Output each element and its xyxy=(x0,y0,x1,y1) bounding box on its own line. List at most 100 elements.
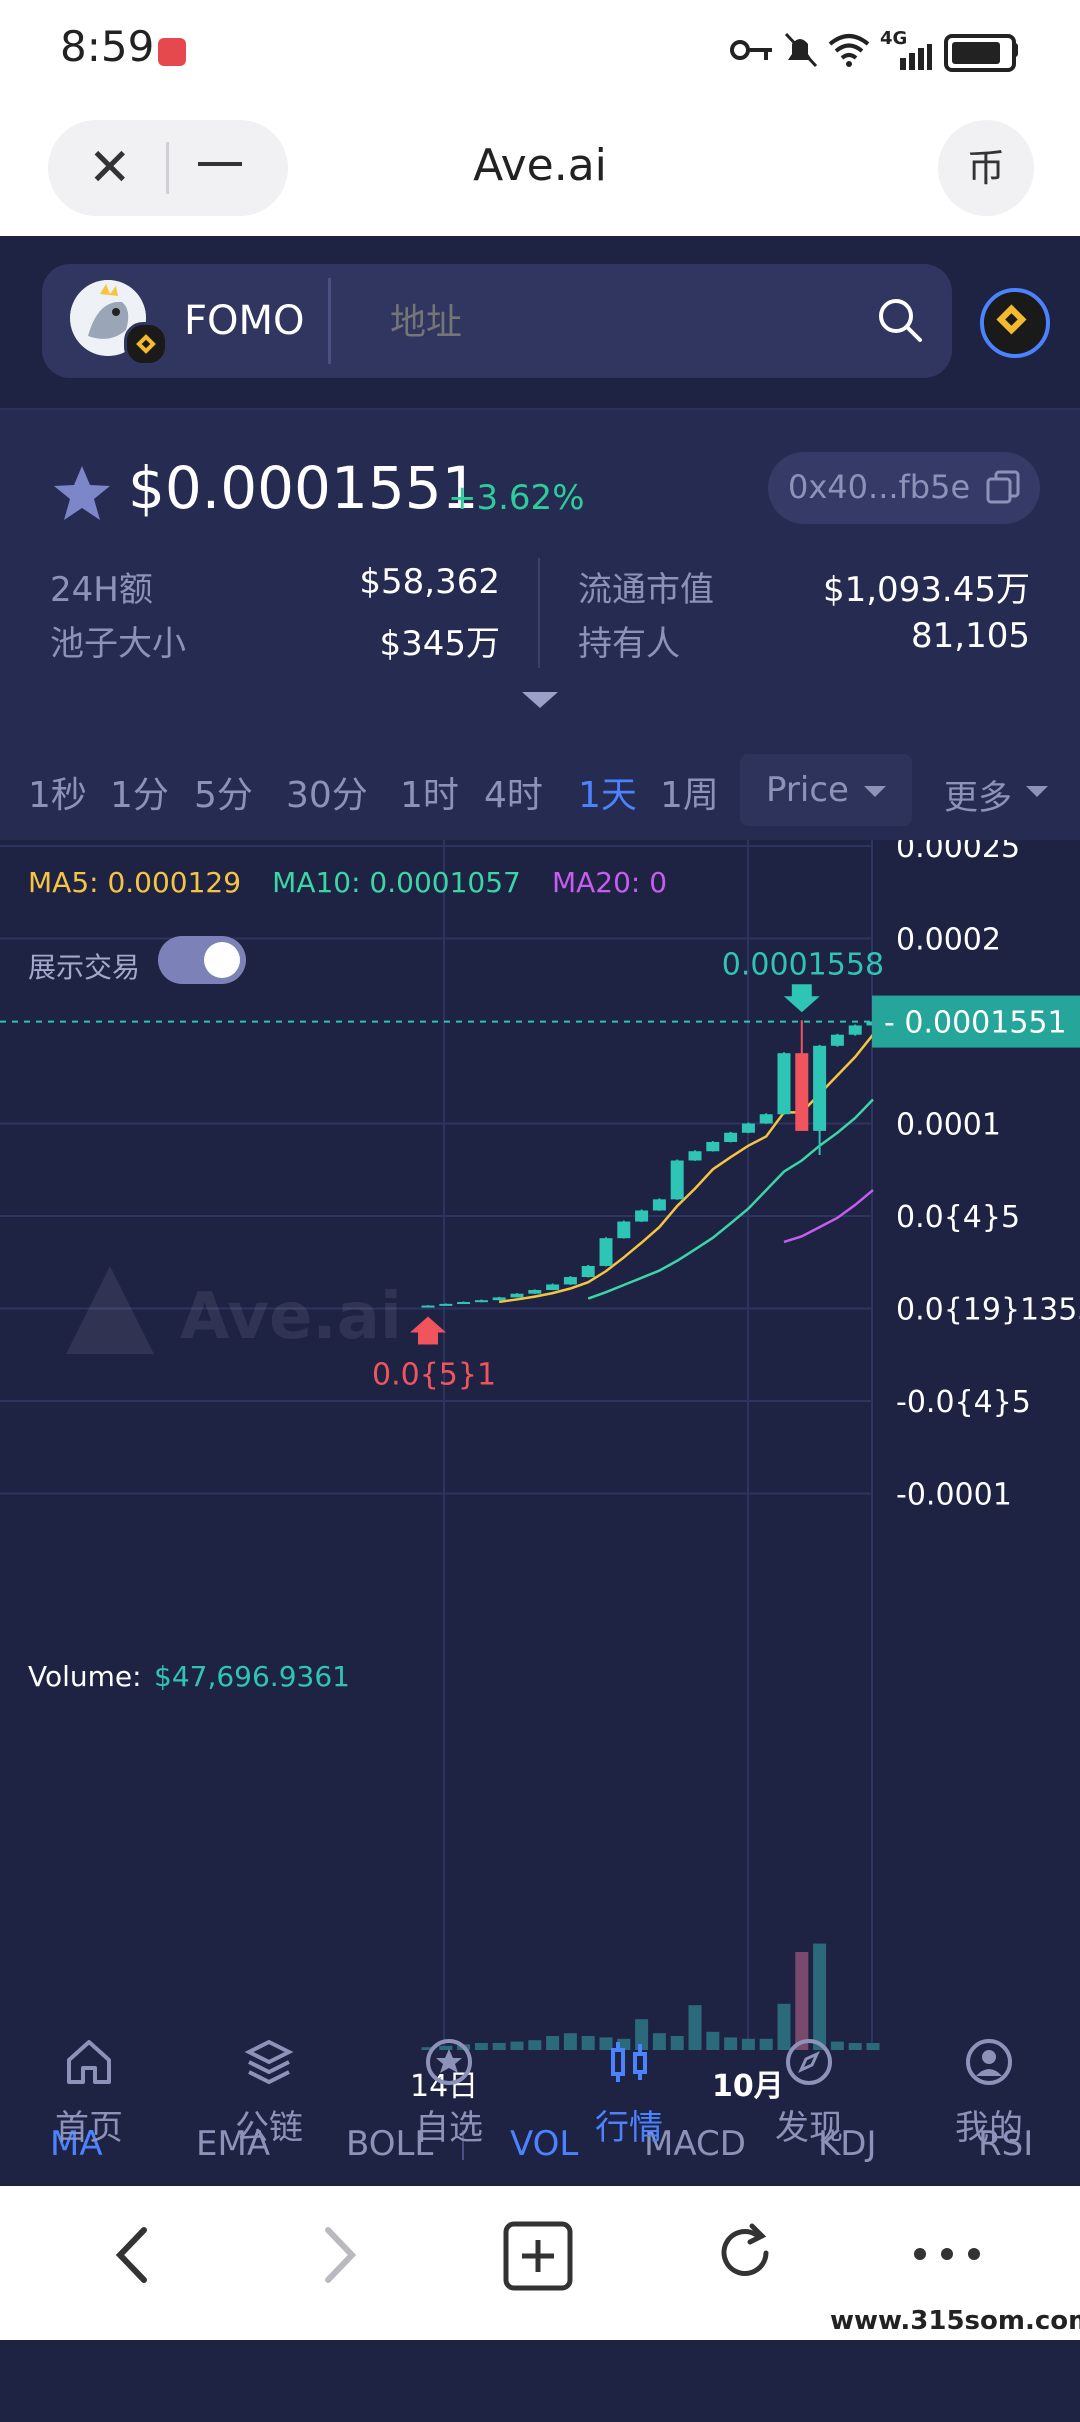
ma10-legend: MA10: 0.0001057 xyxy=(272,866,521,899)
timeframe-1d[interactable]: 1天 xyxy=(578,766,637,818)
price-dropdown-label: Price xyxy=(766,770,849,810)
search-icon[interactable] xyxy=(872,292,928,348)
favorite-star-icon[interactable] xyxy=(50,462,114,526)
nav-watchlist[interactable]: 自选 xyxy=(374,2036,524,2149)
candle-body xyxy=(741,1123,755,1133)
candle-body xyxy=(563,1277,577,1285)
timeframe-1w[interactable]: 1周 xyxy=(660,766,719,818)
nav-market[interactable]: 行情 xyxy=(554,2036,704,2149)
nav-label: 我的 xyxy=(955,2108,1023,2148)
nav-discover[interactable]: 发现 xyxy=(734,2036,884,2149)
refresh-icon[interactable] xyxy=(712,2220,778,2286)
candle-body xyxy=(652,1199,666,1211)
candle-body xyxy=(724,1132,738,1142)
price-chart[interactable]: 0.00025 0.0002 0.0001 0.0{4}5 0.0{19}1355 -0.… xyxy=(0,840,1080,2102)
wifi-icon xyxy=(828,34,870,67)
back-icon[interactable] xyxy=(108,2220,158,2290)
status-time: 8:59 xyxy=(60,22,155,71)
ave-watermark-text: Ave.ai xyxy=(180,1280,402,1354)
candle-body xyxy=(848,1025,862,1035)
nav-label: 自选 xyxy=(415,2108,483,2148)
ma10-line xyxy=(587,1098,874,1300)
volume-label: Volume: xyxy=(28,1660,142,1693)
candle-body xyxy=(457,1302,471,1305)
stat-value: $1,093.45万 xyxy=(822,570,1030,610)
candles-icon xyxy=(611,2042,647,2082)
nav-home[interactable]: 首页 xyxy=(14,2036,164,2149)
price-dropdown[interactable]: Price xyxy=(740,754,912,826)
site-watermark: www.315som.com xyxy=(830,2306,1080,2336)
timeframe-4h[interactable]: 4时 xyxy=(484,766,543,818)
low-arrow-icon xyxy=(410,1316,446,1345)
compass-icon xyxy=(786,2039,832,2085)
y-tick-label: -0.0001 xyxy=(896,1478,1012,1513)
volume-value: $47,696.9361 xyxy=(154,1660,350,1693)
ave-watermark xyxy=(60,1260,160,1364)
bnb-chain-selector-icon[interactable] xyxy=(980,288,1050,358)
candle-body xyxy=(813,1045,827,1131)
y-tick-label: -0.0{4}5 xyxy=(896,1385,1031,1420)
candle-body xyxy=(670,1160,684,1200)
battery-icon xyxy=(944,34,1016,72)
high-price-marker: 0.0001558 xyxy=(722,947,884,982)
candle-body xyxy=(635,1210,649,1222)
timeframe-1s[interactable]: 1秒 xyxy=(28,766,87,818)
candle-body xyxy=(439,1303,453,1306)
candle-body xyxy=(688,1151,702,1161)
y-tick-label: 0.0{4}5 xyxy=(896,1200,1020,1235)
contract-address-chip[interactable]: 0x40...fb5e xyxy=(768,452,1040,524)
expand-caret-icon[interactable] xyxy=(522,692,558,708)
candlestick-chart[interactable]: 0.00025 0.0002 0.0001 0.0{4}5 0.0{19}1355 -0.… xyxy=(0,840,1080,2102)
address-search-input[interactable] xyxy=(388,296,872,348)
timeframe-1h[interactable]: 1时 xyxy=(400,766,459,818)
y-tick-label: 0.0{19}1355 xyxy=(896,1293,1080,1328)
chevron-down-icon xyxy=(1026,786,1048,797)
candle-body xyxy=(599,1238,613,1266)
nav-label: 发现 xyxy=(775,2108,843,2148)
vpn-key-icon xyxy=(730,40,772,60)
chevron-down-icon xyxy=(864,786,886,797)
coin-button[interactable]: 币 xyxy=(938,120,1034,216)
nav-profile[interactable]: 我的 xyxy=(914,2036,1064,2149)
more-dropdown[interactable]: 更多 xyxy=(920,754,1070,826)
timeframe-bar: 1秒 1分 5分 30分 1时 4时 1天 1周 Price 更多 xyxy=(0,740,1080,840)
star-circle-icon xyxy=(426,2039,472,2085)
show-trades-label: 展示交易 xyxy=(28,951,141,984)
timeframe-1m[interactable]: 1分 xyxy=(110,766,169,818)
browser-toolbar: ✕ Ave.ai 币 xyxy=(0,100,1080,236)
candle-body xyxy=(777,1053,791,1115)
stat-label: 池子大小 xyxy=(50,624,186,664)
more-dropdown-label: 更多 xyxy=(944,778,1012,818)
more-options-icon[interactable] xyxy=(912,2246,982,2262)
y-tick-label: 0.0001 xyxy=(896,1108,1001,1143)
stat-value: $58,362 xyxy=(359,562,500,602)
nav-label: 公链 xyxy=(235,2108,303,2148)
show-trades-toggle[interactable] xyxy=(158,936,246,984)
ave-logo-icon xyxy=(66,1266,154,1354)
mute-bell-icon xyxy=(784,32,818,68)
candle-body xyxy=(492,1297,506,1301)
copy-icon[interactable] xyxy=(986,470,1020,504)
token-info-panel: $0.0001551 +3.62% 0x40...fb5e 24H额 $58,3… xyxy=(0,410,1080,740)
nav-label: 首页 xyxy=(55,2108,123,2148)
nav-chains[interactable]: 公链 xyxy=(194,2036,344,2149)
ma5-legend: MA5: 0.000129 xyxy=(28,866,242,899)
app-notification-icon xyxy=(158,38,186,66)
stat-label: 24H额 xyxy=(50,570,153,610)
timeframe-5m[interactable]: 5分 xyxy=(194,766,253,818)
stat-label: 持有人 xyxy=(578,624,680,664)
user-icon xyxy=(966,2039,1012,2085)
stat-value: $345万 xyxy=(379,624,500,664)
layers-icon xyxy=(244,2039,294,2085)
candle-body xyxy=(510,1293,524,1298)
candle-body xyxy=(617,1221,631,1239)
timeframe-30m[interactable]: 30分 xyxy=(286,766,368,818)
candle-body xyxy=(474,1300,488,1303)
token-name[interactable]: FOMO xyxy=(184,298,305,344)
candle-body xyxy=(546,1284,560,1290)
new-tab-icon[interactable] xyxy=(502,2220,574,2292)
contract-address: 0x40...fb5e xyxy=(788,468,971,506)
home-icon xyxy=(67,2040,111,2084)
forward-icon[interactable] xyxy=(314,2220,364,2290)
search-bar: FOMO xyxy=(42,264,952,378)
